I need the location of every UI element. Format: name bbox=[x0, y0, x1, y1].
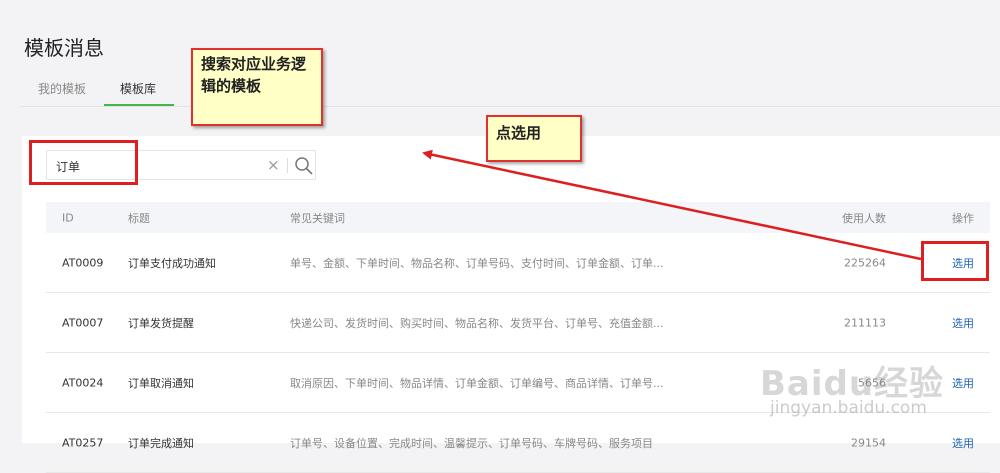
row-id: AT0007 bbox=[62, 316, 104, 329]
search-divider bbox=[287, 158, 288, 173]
row-title: 订单支付成功通知 bbox=[128, 256, 216, 270]
table-row: AT0009 订单支付成功通知 单号、金额、下单时间、物品名称、订单号码、支付时… bbox=[46, 233, 990, 293]
row-count: 211113 bbox=[844, 316, 886, 329]
header-title: 标题 bbox=[128, 211, 150, 225]
tab-my-templates[interactable]: 我的模板 bbox=[38, 80, 86, 97]
row-title: 订单发货提醒 bbox=[128, 316, 194, 330]
row-keywords: 取消原因、下单时间、物品详情、订单金额、订单编号、商品详情、订单号... bbox=[290, 376, 664, 390]
table-row: AT0007 订单发货提醒 快递公司、发货时间、购买时间、物品名称、发货平台、订… bbox=[46, 293, 990, 353]
search-icon[interactable] bbox=[293, 155, 315, 177]
header-keywords: 常见关键词 bbox=[290, 211, 345, 225]
clear-icon[interactable]: × bbox=[267, 156, 280, 174]
row-id: AT0024 bbox=[62, 376, 104, 389]
table-row: AT0257 订单完成通知 订单号、设备位置、完成时间、温馨提示、订单号码、车牌… bbox=[46, 413, 990, 473]
header-count: 使用人数 bbox=[842, 211, 886, 225]
template-table: ID 标题 常见关键词 使用人数 操作 AT0009 订单支付成功通知 单号、金… bbox=[46, 202, 990, 473]
row-count: 225264 bbox=[844, 256, 886, 269]
row-keywords: 快递公司、发货时间、购买时间、物品名称、发货平台、订单号、充值金额... bbox=[290, 316, 664, 330]
search-highlight-box bbox=[29, 140, 138, 185]
select-link[interactable]: 选用 bbox=[952, 375, 974, 391]
row-id: AT0009 bbox=[62, 256, 104, 269]
select-highlight-box bbox=[921, 241, 989, 281]
watermark-url: jingyan.baidu.com bbox=[770, 398, 927, 418]
callout-search-hint: 搜索对应业务逻辑的模板 bbox=[191, 48, 323, 126]
callout-select-hint: 点选用 bbox=[486, 115, 582, 162]
active-tab-indicator bbox=[104, 104, 174, 106]
header-id: ID bbox=[62, 211, 74, 224]
row-title: 订单取消通知 bbox=[128, 376, 194, 390]
header-op: 操作 bbox=[952, 211, 974, 225]
tab-template-library[interactable]: 模板库 bbox=[120, 80, 156, 97]
tab-bar: 我的模板 模板库 bbox=[20, 76, 1000, 107]
row-keywords: 单号、金额、下单时间、物品名称、订单号码、支付时间、订单金额、订单... bbox=[290, 256, 664, 270]
select-link[interactable]: 选用 bbox=[952, 315, 974, 331]
page-title: 模板消息 bbox=[24, 36, 104, 60]
table-header: ID 标题 常见关键词 使用人数 操作 bbox=[46, 202, 990, 233]
